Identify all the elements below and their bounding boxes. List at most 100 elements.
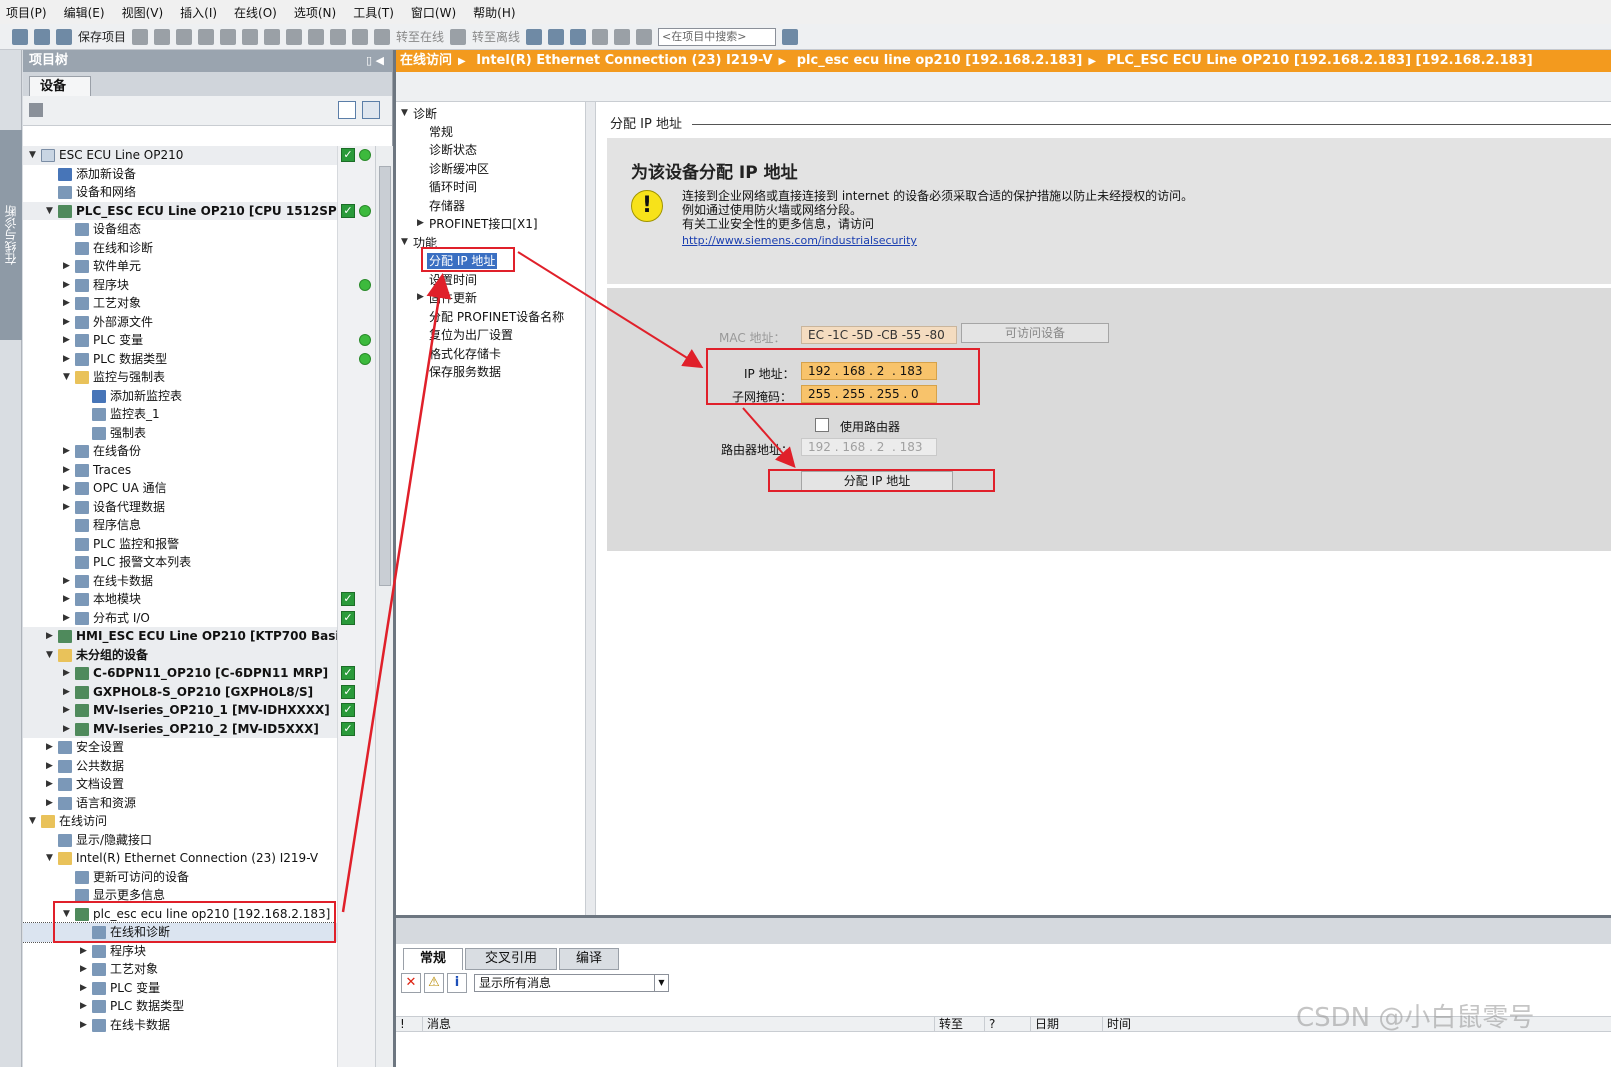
tree-item[interactable]: 在线和诊断 — [23, 239, 337, 258]
expand-arrow-icon[interactable]: ▶ — [63, 687, 71, 696]
go-online-button[interactable]: 转至在线 — [396, 28, 444, 45]
col-time[interactable]: 时间 — [1102, 1017, 1252, 1032]
expand-arrow-icon[interactable]: ▶ — [63, 447, 71, 456]
delete-icon[interactable] — [220, 28, 237, 45]
expand-arrow-icon[interactable]: ▶ — [63, 502, 71, 511]
expand-arrow-icon[interactable]: ▶ — [80, 946, 88, 955]
menu-window[interactable]: 窗口(W) — [411, 4, 456, 21]
use-router-checkbox[interactable] — [815, 418, 829, 432]
tree-item[interactable]: 监控表_1 — [23, 405, 337, 424]
expand-arrow-icon[interactable]: ▶ — [63, 465, 71, 474]
nav-save-service-data[interactable]: 保存服务数据 — [429, 364, 501, 380]
subnet-mask-field[interactable]: 255 . 255 . 255 . 0 — [801, 385, 937, 403]
tree-item[interactable]: 更新可访问的设备 — [23, 868, 337, 887]
tree-item[interactable]: 设备组态 — [23, 220, 337, 239]
nav-diag-buffer[interactable]: 诊断缓冲区 — [429, 161, 489, 177]
tree-scrollbar[interactable] — [375, 146, 393, 1067]
expand-arrow-icon[interactable]: ▶ — [63, 595, 71, 604]
tree-item[interactable]: ▼ 监控与强制表 — [23, 368, 337, 387]
collapse-arrow-icon[interactable]: ▼ — [63, 909, 71, 918]
go-online-icon[interactable] — [374, 28, 391, 45]
expand-arrow-icon[interactable]: ▶ — [63, 299, 71, 308]
tab-devices[interactable]: 设备 — [29, 76, 91, 96]
nav-general[interactable]: 常规 — [429, 124, 453, 140]
expand-arrow-icon[interactable]: ▶ — [63, 317, 71, 326]
collapse-arrow-icon[interactable]: ▼ — [46, 650, 54, 659]
tree-item[interactable]: ▼ ESC ECU Line OP210 — [23, 146, 337, 165]
expand-arrow-icon[interactable]: ▶ — [63, 484, 71, 493]
expand-arrow-icon[interactable]: ▶ — [80, 1002, 88, 1011]
tree-refresh-icon[interactable] — [362, 101, 380, 119]
collapse-panel-icon[interactable]: ▯ ◀ — [366, 50, 384, 72]
project-search-input[interactable]: <在项目中搜索> — [658, 27, 777, 46]
tree-item[interactable]: 显示/隐藏接口 — [23, 831, 337, 850]
expand-arrow-icon[interactable]: ▶ — [63, 262, 71, 271]
expand-arrow-icon[interactable]: ▶ — [63, 613, 71, 622]
expand-arrow-icon[interactable]: ▶ — [46, 798, 54, 807]
col-message[interactable]: 消息 — [422, 1017, 934, 1032]
tree-item[interactable]: ▶ 工艺对象 — [23, 294, 337, 313]
tree-item[interactable]: ▶ 在线卡数据 — [23, 1016, 337, 1035]
tree-item[interactable]: 显示更多信息 — [23, 886, 337, 905]
redo-icon[interactable] — [264, 28, 281, 45]
tree-item[interactable]: ▶ PLC 数据类型 — [23, 350, 337, 369]
tree-item[interactable]: ▼ plc_esc ecu line op210 [192.168.2.183] — [23, 905, 337, 924]
breadcrumb-item[interactable]: 在线访问 — [400, 53, 452, 68]
collapse-arrow-icon[interactable]: ▼ — [29, 151, 37, 160]
open-project-icon[interactable] — [34, 28, 50, 45]
menu-project[interactable]: 项目(P) — [6, 4, 47, 21]
tree-item[interactable]: ▼ 在线访问 — [23, 812, 337, 831]
nav-memory[interactable]: 存储器 — [429, 198, 465, 214]
online-diagnostics-side-tab[interactable]: 在线与诊断 — [0, 130, 22, 340]
save-icon[interactable] — [56, 28, 72, 45]
expand-diag-icon[interactable]: ▼ — [401, 108, 408, 118]
upload-icon[interactable] — [330, 28, 347, 45]
nav-functions[interactable]: 功能 — [413, 235, 437, 251]
tree-item[interactable]: ▶ 语言和资源 — [23, 794, 337, 813]
message-filter-select[interactable]: 显示所有消息 ▼ — [474, 974, 669, 992]
simulation-icon[interactable] — [352, 28, 369, 45]
ip-address-field[interactable]: 192 . 168 . 2 . 183 — [801, 362, 937, 380]
tree-item[interactable]: 程序信息 — [23, 516, 337, 535]
menu-tools[interactable]: 工具(T) — [353, 4, 394, 21]
go-offline-button[interactable]: 转至离线 — [472, 28, 520, 45]
tree-item[interactable]: 强制表 — [23, 424, 337, 443]
tab-general[interactable]: 常规 — [403, 948, 463, 970]
nav-diagnostics[interactable]: 诊断 — [413, 106, 437, 122]
expand-arrow-icon[interactable]: ▶ — [63, 354, 71, 363]
tab-cross-reference[interactable]: 交叉引用 — [465, 948, 557, 970]
paste-icon[interactable] — [198, 28, 215, 45]
download-icon[interactable] — [308, 28, 325, 45]
nav-cycle-time[interactable]: 循环时间 — [429, 179, 477, 195]
tree-item[interactable]: 设备和网络 — [23, 183, 337, 202]
tree-option-icon[interactable] — [29, 103, 43, 117]
tree-item[interactable]: 在线和诊断 — [23, 922, 338, 943]
tree-item[interactable]: ▶ PLC 变量 — [23, 979, 337, 998]
stop-cpu-icon[interactable] — [570, 28, 587, 45]
menu-help[interactable]: 帮助(H) — [473, 4, 515, 21]
go-offline-icon[interactable] — [450, 28, 467, 45]
tree-item[interactable]: ▶ HMI_ESC ECU Line OP210 [KTP700 Basic PN… — [23, 627, 375, 646]
nav-set-time[interactable]: 设置时间 — [429, 272, 477, 288]
tree-item[interactable]: ▶ 工艺对象 — [23, 960, 337, 979]
info-filter-icon[interactable]: i — [447, 973, 467, 993]
copy-icon[interactable] — [176, 28, 193, 45]
expand-arrow-icon[interactable]: ▶ — [80, 965, 88, 974]
tree-item[interactable]: ▶ 公共数据 — [23, 757, 337, 776]
save-project-button[interactable]: 保存项目 — [78, 28, 126, 45]
tree-item[interactable]: ▼ 未分组的设备 — [23, 645, 337, 664]
tab-compile[interactable]: 编译 — [559, 948, 619, 970]
tree-item[interactable]: ▶ 分布式 I/O — [23, 609, 337, 628]
col-date[interactable]: 日期 — [1030, 1017, 1102, 1032]
new-project-icon[interactable] — [12, 28, 28, 45]
tree-item[interactable]: ▶ 程序块 — [23, 276, 337, 295]
breadcrumb-item[interactable]: PLC_ESC ECU Line OP210 [192.168.2.183] [… — [1107, 53, 1533, 68]
breadcrumb-item[interactable]: plc_esc ecu line op210 [192.168.2.183] — [797, 53, 1083, 68]
nav-splitter[interactable] — [586, 102, 596, 915]
tree-item[interactable]: 添加新监控表 — [23, 387, 337, 406]
tree-item[interactable]: ▶ 安全设置 — [23, 738, 337, 757]
assign-ip-button[interactable]: 分配 IP 地址 — [801, 471, 953, 491]
tree-item[interactable]: ▶ GXPHOL8-S_OP210 [GXPHOL8/S] — [23, 682, 337, 701]
tree-item[interactable]: ▶ 软件单元 — [23, 257, 337, 276]
expand-arrow-icon[interactable]: ▶ — [63, 336, 71, 345]
